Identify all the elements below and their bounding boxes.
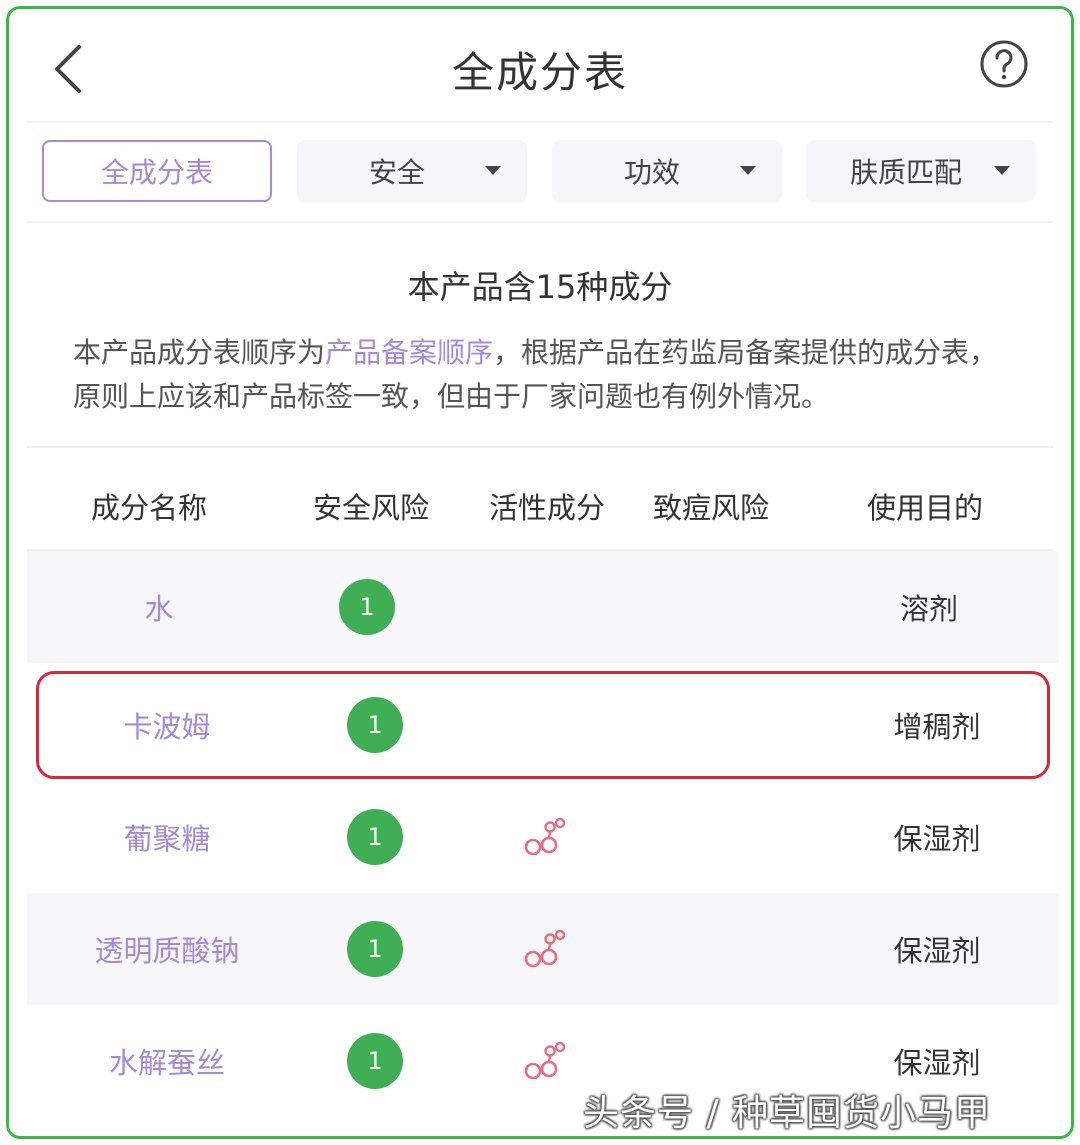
question-circle-icon[interactable] (979, 39, 1029, 89)
ingredient-count-title: 本产品含15种成分 (407, 268, 673, 306)
tab-safety[interactable]: 安全 (297, 140, 527, 202)
watermark: 头条号 / 种草囤货小马甲 (583, 1093, 992, 1134)
column-header-name: 成分名称 (91, 491, 208, 525)
summary-divider (27, 446, 1053, 448)
column-header-safety: 安全风险 (313, 491, 430, 525)
tabs-divider (27, 221, 1053, 223)
active-ingredient-icon (524, 929, 566, 968)
safety-badge: 1 (347, 921, 403, 977)
safety-badge: 1 (347, 809, 403, 865)
column-header-purpose: 使用目的 (867, 491, 984, 525)
ingredient-purpose: 保湿剂 (893, 822, 981, 856)
safety-badge: 1 (347, 697, 403, 753)
caret-down-icon (994, 166, 1010, 175)
active-ingredient-icon (524, 817, 566, 856)
ingredient-name[interactable]: 透明质酸钠 (47, 893, 287, 1005)
summary-text: 本产品成分表顺序为产品备案顺序，根据产品在药监局备案提供的成分表，原则上应该和产… (73, 331, 1013, 419)
ingredient-name[interactable]: 水 (39, 551, 279, 663)
ingredient-purpose: 保湿剂 (893, 934, 981, 968)
table-row[interactable]: 水 1 溶剂 (27, 551, 1059, 663)
filing-order-link[interactable]: 产品备案顺序 (325, 336, 493, 369)
summary-text-before: 本产品成分表顺序为 (73, 336, 326, 369)
column-header-active: 活性成分 (489, 491, 606, 525)
page-title: 全成分表 (451, 48, 628, 97)
tab-label: 肤质匹配 (849, 156, 962, 189)
ingredient-name[interactable]: 葡聚糖 (47, 781, 287, 893)
app-frame: 全成分表 全成分表 安全 功效 肤质匹配 本产品含15种成分 本产品成分表顺序为… (6, 6, 1074, 1139)
column-header-acne: 致痘风险 (653, 491, 770, 525)
ingredient-name[interactable]: 卡波姆 (47, 669, 287, 781)
table-row[interactable]: 透明质酸钠 1 保湿剂 (27, 893, 1059, 1005)
ingredient-name[interactable]: 水解蚕丝 (47, 1005, 287, 1117)
ingredient-purpose: 溶剂 (899, 592, 958, 626)
ingredient-purpose: 增稠剂 (893, 710, 981, 744)
header: 全成分表 (9, 9, 1071, 121)
caret-down-icon (740, 166, 756, 175)
safety-badge: 1 (347, 1033, 403, 1089)
caret-down-icon (485, 166, 501, 175)
active-ingredient-icon (524, 1041, 566, 1080)
tab-efficacy[interactable]: 功效 (552, 140, 782, 202)
tab-label: 全成分表 (100, 156, 213, 189)
tab-label: 安全 (368, 156, 425, 189)
tab-skin-match[interactable]: 肤质匹配 (806, 140, 1036, 202)
table-row[interactable]: 葡聚糖 1 保湿剂 (27, 781, 1059, 893)
table-row[interactable]: 卡波姆 1 增稠剂 (27, 669, 1059, 781)
tab-label: 功效 (623, 156, 680, 189)
safety-badge: 1 (339, 579, 395, 635)
header-divider (27, 121, 1053, 123)
tab-full-ingredients[interactable]: 全成分表 (42, 140, 272, 202)
